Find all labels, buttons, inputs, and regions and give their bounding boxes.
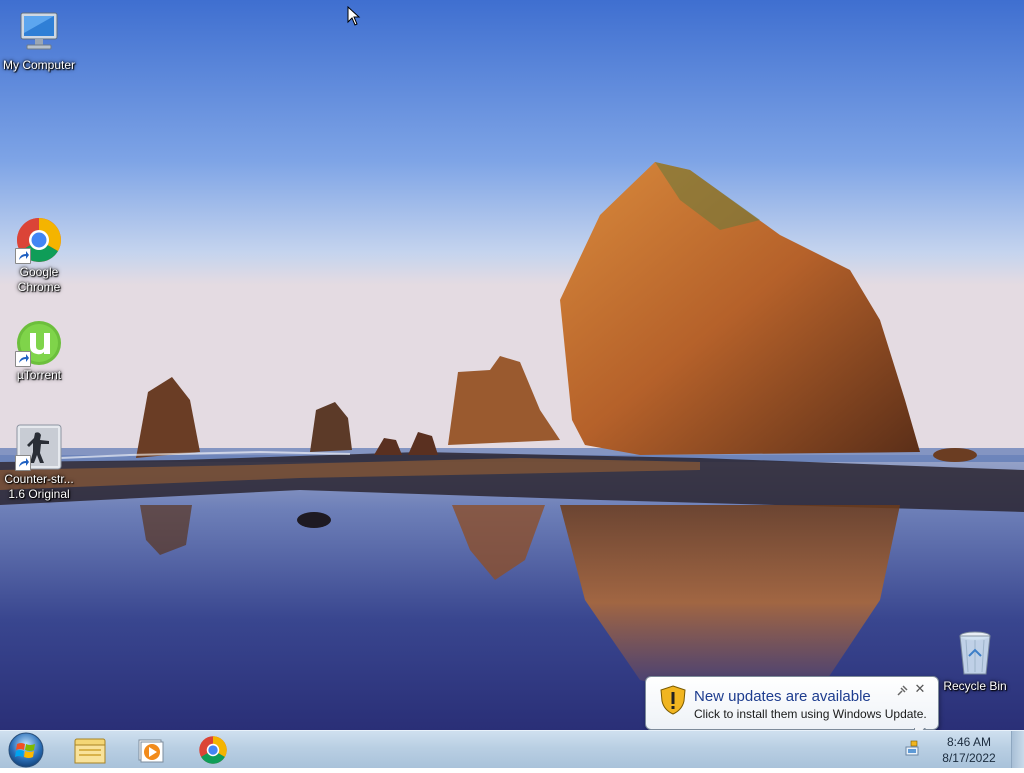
taskbar: 8:46 AM 8/17/2022 <box>0 730 1024 768</box>
desktop-icon-label: Google Chrome <box>17 265 61 294</box>
media-player-icon <box>138 739 164 762</box>
computer-icon <box>15 9 63 57</box>
show-desktop-button[interactable] <box>1011 731 1024 768</box>
desktop-icon-utorrent[interactable]: µTorrent <box>0 319 78 383</box>
desktop-icon-google-chrome[interactable]: Google Chrome <box>0 216 78 295</box>
taskbar-media-player-button[interactable] <box>127 732 175 767</box>
chrome-icon <box>199 735 227 764</box>
shortcut-arrow-icon <box>15 248 31 264</box>
notification-message: Click to install them using Windows Upda… <box>694 707 927 721</box>
desktop-icon-label: Counter-str... 1.6 Original <box>4 472 74 501</box>
start-button[interactable] <box>7 732 45 768</box>
counter-strike-icon <box>15 423 63 471</box>
chrome-icon <box>15 216 63 264</box>
notification-title: New updates are available <box>694 688 871 705</box>
clock-time: 8:46 AM <box>946 735 992 749</box>
shortcut-arrow-icon <box>15 455 31 471</box>
taskbar-clock[interactable]: 8:46 AM 8/17/2022 <box>934 734 1004 766</box>
utorrent-icon <box>15 319 63 367</box>
security-shield-icon <box>660 685 686 715</box>
update-notification-balloon[interactable]: New updates are available Click to insta… <box>645 676 939 742</box>
taskbar-windows-explorer-button[interactable] <box>66 732 114 767</box>
system-tray: 8:46 AM 8/17/2022 <box>904 731 1024 769</box>
recycle-bin-icon <box>951 630 999 678</box>
windows-explorer-icon <box>74 738 106 763</box>
shortcut-arrow-icon <box>15 351 31 367</box>
desktop-icon-label: My Computer <box>2 58 76 72</box>
desktop-icon-my-computer[interactable]: My Computer <box>0 9 78 73</box>
clock-date: 8/17/2022 <box>942 751 996 765</box>
taskbar-chrome-button[interactable] <box>189 732 237 767</box>
desktop-wallpaper <box>0 0 1024 730</box>
desktop-icon-recycle-bin[interactable]: Recycle Bin <box>936 630 1014 694</box>
close-icon[interactable]: ✕ <box>914 682 926 695</box>
desktop-icon-counter-strike[interactable]: Counter-str... 1.6 Original <box>0 423 78 502</box>
options-icon[interactable] <box>896 684 908 696</box>
desktop-icon-label: µTorrent <box>16 368 62 382</box>
mouse-cursor-icon <box>347 6 361 26</box>
action-center-flag-icon[interactable] <box>904 739 920 757</box>
desktop-icon-label: Recycle Bin <box>943 679 1007 693</box>
